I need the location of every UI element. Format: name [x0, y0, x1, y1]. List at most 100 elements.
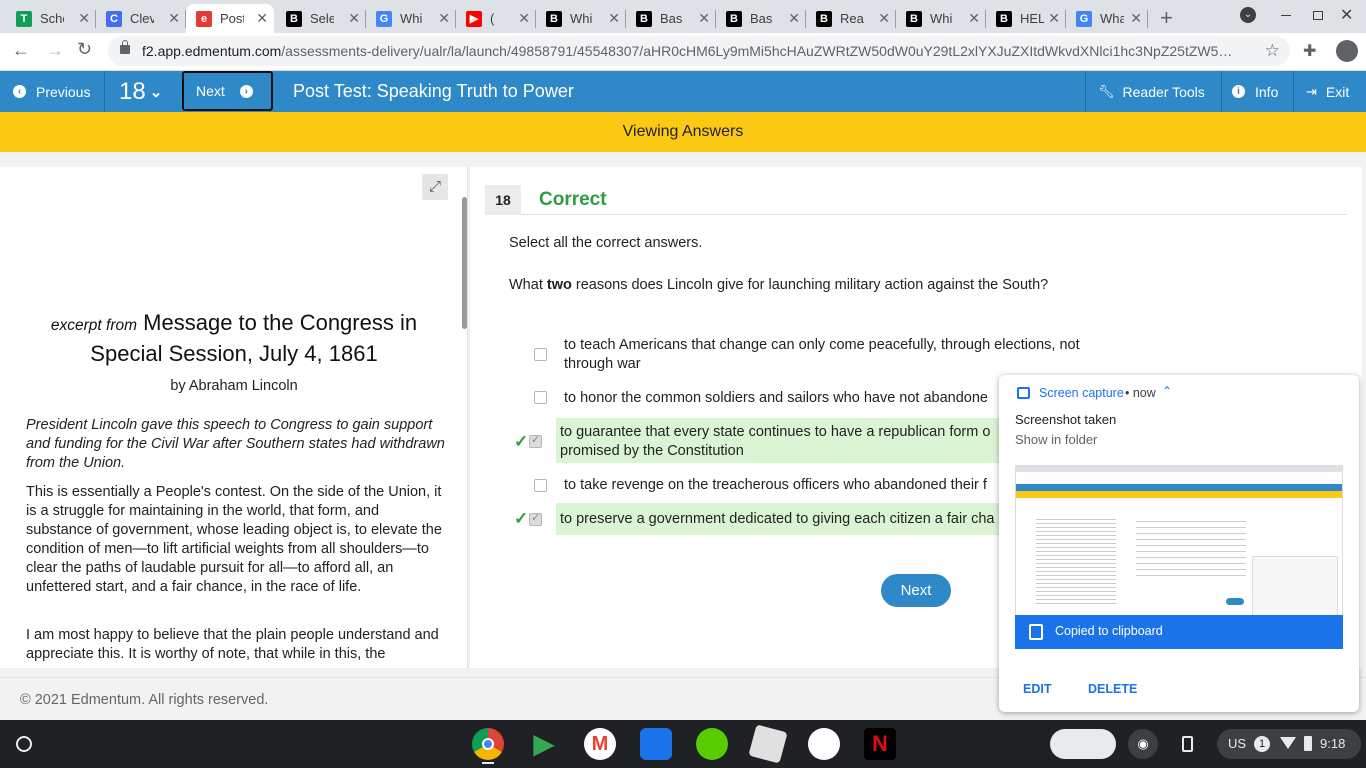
close-tab-icon[interactable]: ✕: [698, 10, 710, 27]
option-text[interactable]: to guarantee that every state continues …: [560, 423, 998, 461]
media-icon[interactable]: ◉: [1128, 729, 1158, 759]
close-tab-icon[interactable]: ✕: [438, 10, 450, 27]
browser-tab[interactable]: T Sche ✕: [6, 4, 96, 33]
youtube-icon: ▶: [466, 10, 482, 27]
exit-button[interactable]: ⇥ Exit: [1294, 71, 1366, 112]
option-text[interactable]: to take revenge on the treacherous offic…: [564, 476, 998, 495]
edmentum-icon: e: [196, 10, 212, 27]
prompt-pre: What: [509, 277, 543, 293]
passage-intro: President Lincoln gave this speech to Co…: [26, 417, 445, 471]
back-icon[interactable]: ←: [12, 40, 30, 61]
netflix-icon[interactable]: N: [864, 728, 896, 760]
question-selector[interactable]: 18 ⌄: [105, 71, 181, 112]
assessment-header: ‹ Previous 18 ⌄ Next › Post Test: Speaki…: [0, 71, 1366, 112]
browser-tab[interactable]: e Post ✕: [186, 4, 274, 33]
passage-title: excerpt from Message to the Congress in …: [0, 309, 467, 368]
banner-text: Viewing Answers: [622, 123, 744, 140]
info-button[interactable]: i Info: [1222, 71, 1292, 112]
screen-capture-icon: [1017, 387, 1030, 399]
gmail-icon[interactable]: M: [584, 728, 616, 760]
holding-space-thumbnail[interactable]: [1050, 729, 1116, 759]
notification-count-badge: 1: [1254, 736, 1270, 752]
os-shelf: [0, 720, 1366, 768]
extensions-icon[interactable]: ✚: [1303, 41, 1316, 61]
browser-tab[interactable]: B Sele ✕: [276, 4, 366, 33]
wifi-icon: [1280, 737, 1296, 749]
url-host: f2.app.edmentum.com: [142, 43, 282, 59]
close-tab-icon[interactable]: ✕: [256, 10, 268, 27]
tab-title: Whi: [400, 11, 423, 26]
brainly-icon: B: [546, 10, 562, 27]
notification-source: Screen capture: [1039, 386, 1124, 400]
option-checkbox[interactable]: [534, 348, 547, 361]
screenshot-thumbnail[interactable]: [1015, 465, 1343, 620]
browser-tab[interactable]: B Rea ✕: [806, 4, 896, 33]
close-tab-icon[interactable]: ✕: [168, 10, 180, 27]
option-text[interactable]: to preserve a government dedicated to gi…: [560, 510, 998, 529]
launcher-icon[interactable]: [16, 736, 32, 752]
option-checkbox[interactable]: [534, 479, 547, 492]
forward-icon[interactable]: →: [46, 40, 64, 61]
profile-avatar[interactable]: [1336, 40, 1358, 62]
screenshot-notification[interactable]: Screen capture • now ⌃ Screenshot taken …: [999, 375, 1359, 712]
browser-tab[interactable]: G Wha ✕: [1066, 4, 1148, 33]
close-tab-icon[interactable]: ✕: [348, 10, 360, 27]
passage-title-line2: Special Session, July 4, 1861: [90, 341, 378, 366]
chevron-down-icon: ⌄: [149, 83, 163, 101]
passage-title-line1: Message to the Congress in: [143, 310, 418, 335]
files-icon[interactable]: [640, 728, 672, 760]
browser-tab-strip: T Sche ✕ C Clev ✕ e Post ✕ B Sele ✕ G Whi ✕ ▶ (✕ B Whi ✕ B Ba…: [0, 0, 1366, 33]
chrome-icon[interactable]: [472, 728, 504, 760]
close-tab-icon[interactable]: ✕: [788, 10, 800, 27]
browser-tab[interactable]: B Bas ✕: [716, 4, 806, 33]
phone-hub-icon[interactable]: [1182, 736, 1193, 752]
restore-icon[interactable]: [1313, 11, 1323, 20]
delete-button[interactable]: DELETE: [1088, 682, 1137, 696]
edit-button[interactable]: EDIT: [1023, 682, 1051, 696]
duolingo-icon[interactable]: [696, 728, 728, 760]
option-checkbox[interactable]: [534, 391, 547, 404]
reader-tools-button[interactable]: 🔧︎ Reader Tools: [1086, 71, 1221, 112]
close-tab-icon[interactable]: ✕: [968, 10, 980, 27]
tab-search-icon[interactable]: ⌄: [1240, 7, 1256, 23]
next-button-header[interactable]: Next ›: [182, 71, 273, 111]
browser-tab[interactable]: B Whi ✕: [536, 4, 626, 33]
browser-tab[interactable]: B Bas ✕: [626, 4, 716, 33]
close-tab-icon[interactable]: ✕: [78, 10, 90, 27]
option-text[interactable]: to teach Americans that change can only …: [564, 336, 1104, 374]
browser-tab[interactable]: B Whi ✕: [896, 4, 986, 33]
browser-tab[interactable]: G Whi ✕: [366, 4, 456, 33]
brainly-icon: B: [636, 10, 652, 27]
bookmark-star-icon[interactable]: ☆: [1265, 41, 1280, 61]
prompt-bold: two: [546, 277, 572, 293]
browser-tab[interactable]: B HEL ✕: [986, 4, 1066, 33]
close-window-icon[interactable]: ✕: [1340, 5, 1353, 25]
reload-icon[interactable]: ↻: [77, 39, 92, 60]
question-instruction: Select all the correct answers.: [509, 235, 703, 251]
next-question-button[interactable]: Next: [881, 574, 951, 607]
minimize-icon[interactable]: [1281, 15, 1291, 16]
close-tab-icon[interactable]: ✕: [608, 10, 620, 27]
browser-tab[interactable]: ▶ (✕: [456, 4, 536, 33]
play-store-icon[interactable]: ▶: [528, 728, 560, 760]
question-prompt: What two reasons does Lincoln give for l…: [509, 276, 1048, 295]
tab-title: Post: [220, 11, 244, 26]
close-tab-icon[interactable]: ✕: [1048, 10, 1060, 27]
previous-button[interactable]: ‹ Previous: [0, 71, 104, 112]
option-checkbox[interactable]: [529, 511, 542, 526]
browser-tab[interactable]: C Clev ✕: [96, 4, 186, 33]
arrow-right-circle-icon: ›: [239, 84, 253, 98]
option-checkbox[interactable]: [529, 433, 542, 448]
expand-icon[interactable]: ⤢: [422, 174, 448, 200]
new-tab-button[interactable]: +: [1160, 5, 1173, 31]
question-number-badge: 18: [485, 185, 521, 215]
clipboard-app-icon[interactable]: [808, 728, 840, 760]
option-text[interactable]: to honor the common soldiers and sailors…: [564, 389, 998, 408]
google-icon: G: [376, 10, 392, 27]
address-bar[interactable]: f2.app.edmentum.com/assessments-delivery…: [108, 36, 1290, 66]
wrench-icon: 🔧︎: [1098, 83, 1115, 99]
close-tab-icon[interactable]: ✕: [1130, 10, 1142, 27]
chevron-up-icon[interactable]: ⌃: [1162, 384, 1172, 398]
close-tab-icon[interactable]: ✕: [878, 10, 890, 27]
close-tab-icon[interactable]: ✕: [518, 10, 530, 27]
